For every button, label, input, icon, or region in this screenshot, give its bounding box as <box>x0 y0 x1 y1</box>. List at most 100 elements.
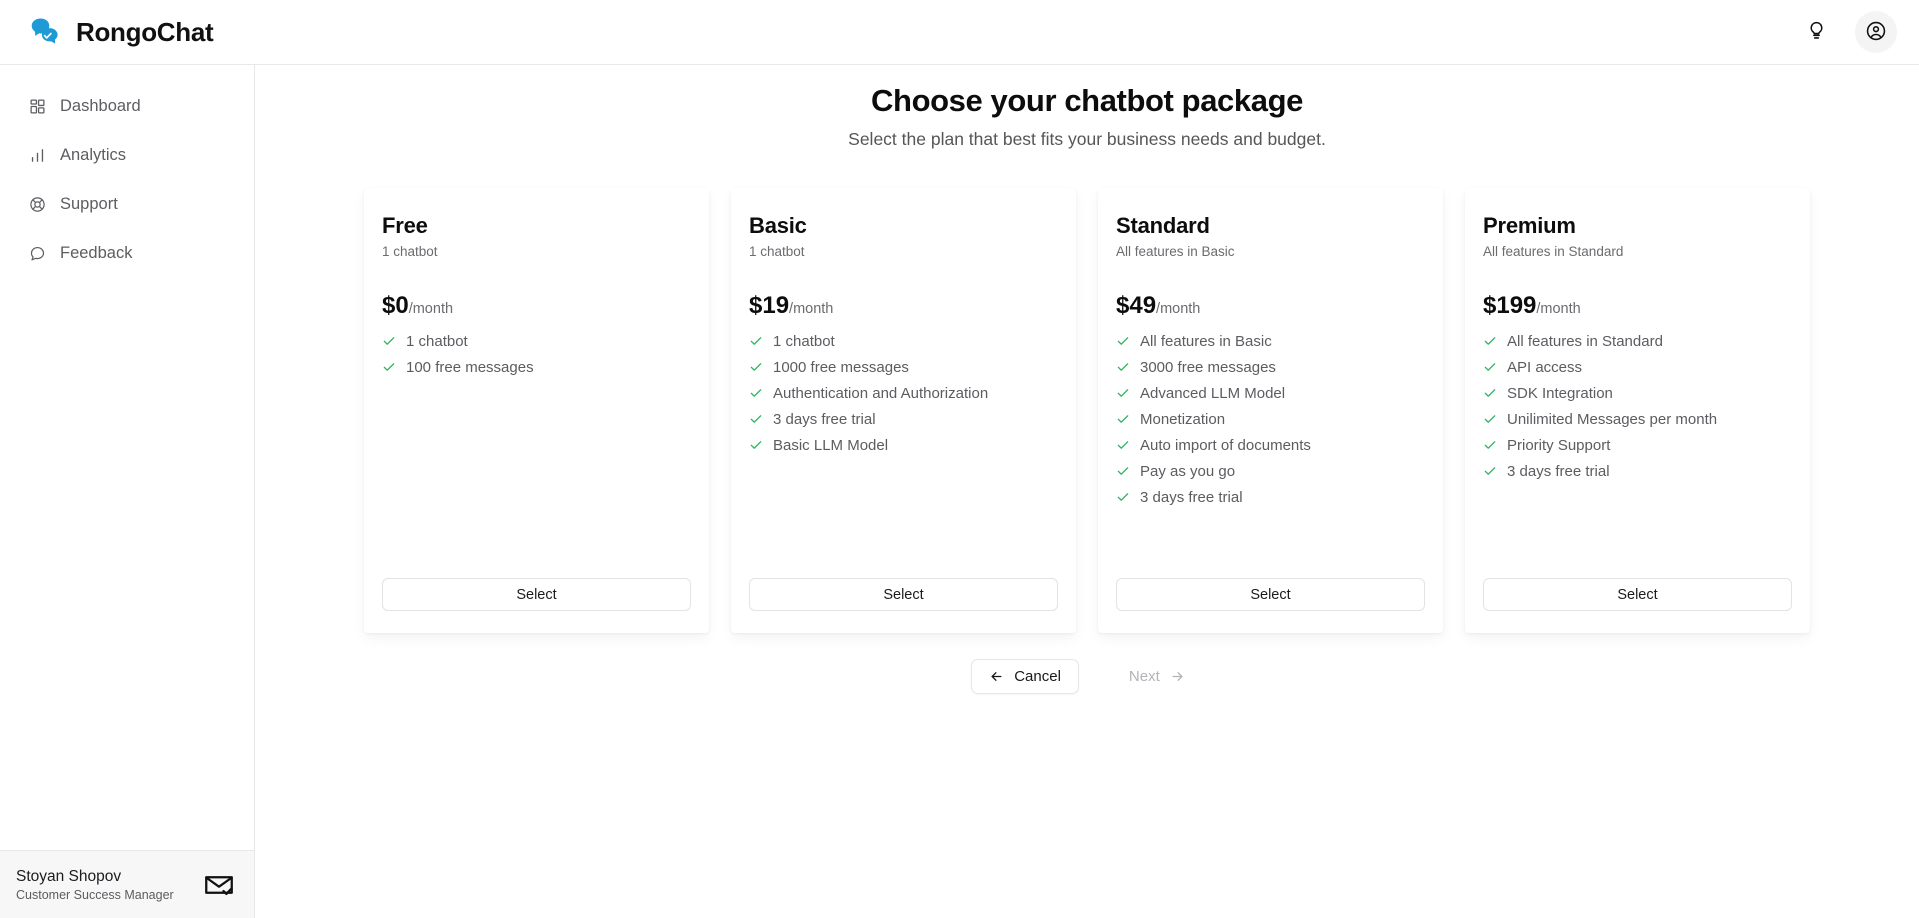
plan-feature: Pay as you go <box>1116 458 1425 484</box>
cancel-button[interactable]: Cancel <box>971 659 1079 694</box>
lifebuoy-icon <box>28 195 47 214</box>
wizard-navigation: Cancel Next <box>255 659 1919 694</box>
grid-icon <box>28 97 47 116</box>
plan-feature: 3 days free trial <box>1483 458 1792 484</box>
check-icon <box>1483 334 1497 348</box>
page-title: Choose your chatbot package <box>871 83 1303 118</box>
account-icon-button[interactable] <box>1855 11 1897 53</box>
plan-feature: 3 days free trial <box>749 406 1058 432</box>
plan-feature-label: Monetization <box>1140 410 1226 428</box>
cancel-button-label: Cancel <box>1014 668 1061 685</box>
plan-feature-label: Basic LLM Model <box>773 436 889 454</box>
plan-feature-label: 3 days free trial <box>1507 462 1610 480</box>
plan-subtitle: 1 chatbot <box>749 244 805 259</box>
select-plan-button[interactable]: Select <box>382 578 691 611</box>
check-icon <box>1483 464 1497 478</box>
plan-feature-label: All features in Basic <box>1140 332 1272 350</box>
arrow-left-icon <box>989 669 1004 684</box>
profile-name: Stoyan Shopov <box>16 867 122 885</box>
sidebar-item-label: Feedback <box>60 243 133 262</box>
plan-feature: 1000 free messages <box>749 354 1058 380</box>
plan-feature: Auto import of documents <box>1116 432 1425 458</box>
plan-feature: Basic LLM Model <box>749 432 1058 458</box>
lightbulb-icon <box>1806 20 1827 44</box>
plan-card-free[interactable]: Free 1 chatbot $0 /month 1 chatbot 100 f… <box>364 188 709 633</box>
bar-chart-icon <box>28 146 47 165</box>
plan-feature-label: 1000 free messages <box>773 358 909 376</box>
plan-price-amount: $49 <box>1116 292 1157 319</box>
plan-card-standard[interactable]: Standard All features in Basic $49 /mont… <box>1098 188 1443 633</box>
select-plan-button[interactable]: Select <box>1116 578 1425 611</box>
plan-feature-label: Unilimited Messages per month <box>1507 410 1718 428</box>
app-root: RongoChat Dashboard Analytics Support Fe… <box>0 0 1919 918</box>
plan-subtitle: All features in Basic <box>1116 244 1235 259</box>
plan-name: Standard <box>1116 213 1210 238</box>
plan-feature-label: Priority Support <box>1507 436 1611 454</box>
plan-price: $49 /month <box>1116 292 1425 320</box>
check-icon <box>1116 490 1130 504</box>
check-icon <box>1483 412 1497 426</box>
plan-feature: 1 chatbot <box>749 328 1058 354</box>
next-button[interactable]: Next <box>1111 659 1203 694</box>
sidebar-item-support[interactable]: Support <box>0 181 254 227</box>
plan-feature: API access <box>1483 354 1792 380</box>
select-plan-button[interactable]: Select <box>1483 578 1792 611</box>
select-plan-button[interactable]: Select <box>749 578 1058 611</box>
arrow-right-icon <box>1170 669 1185 684</box>
plan-feature: 3000 free messages <box>1116 354 1425 380</box>
plan-feature-label: Advanced LLM Model <box>1140 384 1286 402</box>
check-icon <box>749 412 763 426</box>
plan-feature: All features in Standard <box>1483 328 1792 354</box>
plan-features: 1 chatbot 100 free messages <box>382 328 691 380</box>
check-icon <box>1483 386 1497 400</box>
profile-role: Customer Success Manager <box>16 887 174 902</box>
plan-features: 1 chatbot 1000 free messages Authenticat… <box>749 328 1058 458</box>
plan-feature: Authentication and Authorization <box>749 380 1058 406</box>
sidebar-item-analytics[interactable]: Analytics <box>0 132 254 178</box>
plan-card-premium[interactable]: Premium All features in Standard $199 /m… <box>1465 188 1810 633</box>
sidebar-item-dashboard[interactable]: Dashboard <box>0 83 254 129</box>
plan-feature-label: 3 days free trial <box>1140 488 1243 506</box>
plan-subtitle: 1 chatbot <box>382 244 438 259</box>
plan-card-basic[interactable]: Basic 1 chatbot $19 /month 1 chatbot 100… <box>731 188 1076 633</box>
plan-feature: Advanced LLM Model <box>1116 380 1425 406</box>
plan-feature: 1 chatbot <box>382 328 691 354</box>
page-subtitle: Select the plan that best fits your busi… <box>848 129 1326 149</box>
brand[interactable]: RongoChat <box>26 13 214 51</box>
check-icon <box>749 438 763 452</box>
user-circle-icon <box>1865 20 1887 45</box>
plan-features: All features in Basic 3000 free messages… <box>1116 328 1425 510</box>
plan-feature-label: 1 chatbot <box>406 332 468 350</box>
sidebar-item-feedback[interactable]: Feedback <box>0 230 254 276</box>
plan-name: Premium <box>1483 213 1576 238</box>
plan-feature-label: SDK Integration <box>1507 384 1613 402</box>
check-icon <box>749 360 763 374</box>
sidebar-item-label: Dashboard <box>60 96 141 115</box>
chat-bubbles-logo-icon <box>26 13 64 51</box>
plan-feature: Monetization <box>1116 406 1425 432</box>
check-icon <box>1116 412 1130 426</box>
plan-price: $199 /month <box>1483 292 1792 320</box>
plan-price-period: /month <box>1156 301 1201 317</box>
top-bar-actions <box>1795 11 1897 53</box>
plan-feature-label: Authentication and Authorization <box>773 384 989 402</box>
check-icon <box>1116 334 1130 348</box>
profile-text: Stoyan Shopov Customer Success Manager <box>16 868 174 902</box>
check-icon <box>749 334 763 348</box>
sidebar-profile[interactable]: Stoyan Shopov Customer Success Manager <box>0 850 254 918</box>
plan-feature-label: 3000 free messages <box>1140 358 1276 376</box>
plan-feature: SDK Integration <box>1483 380 1792 406</box>
check-icon <box>382 360 396 374</box>
plan-feature-label: 3 days free trial <box>773 410 876 428</box>
lightbulb-icon-button[interactable] <box>1795 11 1837 53</box>
sidebar-item-label: Analytics <box>60 145 127 164</box>
plan-name: Free <box>382 213 428 238</box>
plan-feature: 3 days free trial <box>1116 484 1425 510</box>
mail-check-icon[interactable] <box>202 868 236 902</box>
check-icon <box>1483 360 1497 374</box>
brand-name: RongoChat <box>76 16 214 47</box>
plan-feature-label: API access <box>1507 358 1583 376</box>
